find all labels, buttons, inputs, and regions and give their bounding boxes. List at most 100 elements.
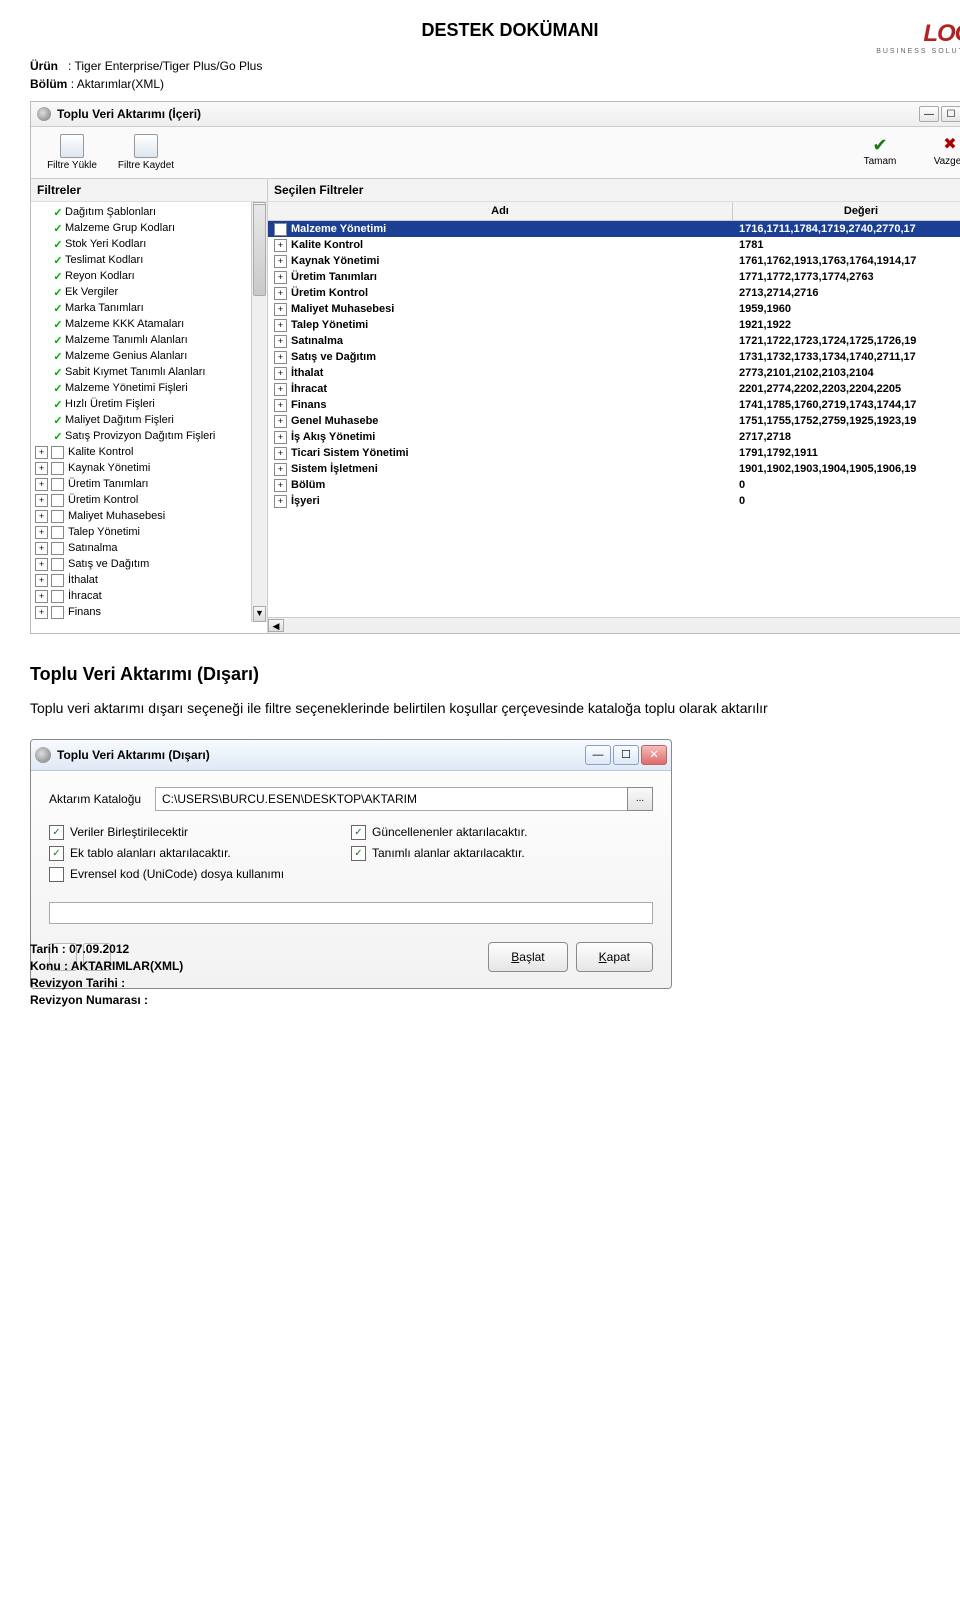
expand-icon[interactable]: + — [274, 239, 287, 252]
grid-row[interactable]: +Genel Muhasebe1751,1755,1752,2759,1925,… — [268, 413, 960, 429]
tree-node[interactable]: +Satış ve Dağıtım — [35, 556, 263, 572]
grid-row[interactable]: +Üretim Tanımları1771,1772,1773,1774,276… — [268, 269, 960, 285]
expand-icon[interactable]: + — [35, 526, 48, 539]
grid-row[interactable]: +Talep Yönetimi1921,1922 — [268, 317, 960, 333]
maximize-button[interactable]: ☐ — [941, 106, 960, 122]
chk-tanimli-alanlar[interactable]: ✓Tanımlı alanlar aktarılacaktır. — [351, 846, 653, 861]
baslat-button[interactable]: Başlat — [488, 942, 567, 972]
chk-veriler-birlestirilecektir[interactable]: ✓Veriler Birleştirilecektir — [49, 825, 351, 840]
grid-row[interactable]: +Bölüm0 — [268, 477, 960, 493]
tree-node[interactable]: ✓Dağıtım Şablonları — [35, 204, 263, 220]
tree-node[interactable]: ✓Malzeme KKK Atamaları — [35, 316, 263, 332]
tree-node[interactable]: ✓Malzeme Genius Alanları — [35, 348, 263, 364]
expand-icon[interactable]: + — [274, 271, 287, 284]
tree-node[interactable]: +Üretim Tanımları — [35, 476, 263, 492]
expand-icon[interactable]: + — [35, 622, 48, 623]
tree-node[interactable]: ✓Malzeme Grup Kodları — [35, 220, 263, 236]
tree-node[interactable]: ✓Malzeme Tanımlı Alanları — [35, 332, 263, 348]
tree-node[interactable]: ✓Teslimat Kodları — [35, 252, 263, 268]
expand-icon[interactable]: + — [35, 590, 48, 603]
chk-guncellenenler[interactable]: ✓Güncellenenler aktarılacaktır. — [351, 825, 653, 840]
grid-row[interactable]: +İthalat2773,2101,2102,2103,2104 — [268, 365, 960, 381]
browse-button[interactable]: ... — [627, 787, 653, 811]
tree-node[interactable]: ✓Maliyet Dağıtım Fişleri — [35, 412, 263, 428]
expand-icon[interactable]: + — [274, 399, 287, 412]
tamam-button[interactable]: ✔ Tamam — [847, 131, 913, 174]
grid-row[interactable]: +Maliyet Muhasebesi1959,1960 — [268, 301, 960, 317]
tree-node[interactable]: +İhracat — [35, 588, 263, 604]
chk-ek-tablo[interactable]: ✓Ek tablo alanları aktarılacaktır. — [49, 846, 351, 861]
tree-node[interactable]: +Genel Muhasebe — [35, 620, 263, 622]
grid-row[interactable]: +Ticari Sistem Yönetimi1791,1792,1911 — [268, 445, 960, 461]
tree-node[interactable]: ✓Sabit Kıymet Tanımlı Alanları — [35, 364, 263, 380]
tree-node[interactable]: +Maliyet Muhasebesi — [35, 508, 263, 524]
expand-icon[interactable]: + — [35, 574, 48, 587]
expand-icon[interactable]: + — [274, 335, 287, 348]
expand-icon[interactable]: + — [274, 351, 287, 364]
grid-row[interactable]: +Kalite Kontrol1781 — [268, 237, 960, 253]
titlebar[interactable]: Toplu Veri Aktarımı (Dışarı) — ☐ ✕ — [31, 740, 671, 771]
titlebar[interactable]: Toplu Veri Aktarımı (İçeri) — ☐ ✕ — [31, 102, 960, 127]
tree-node[interactable]: ✓Satış Provizyon Dağıtım Fişleri — [35, 428, 263, 444]
grid-body[interactable]: +Malzeme Yönetimi1716,1711,1784,1719,274… — [268, 221, 960, 617]
grid-row[interactable]: +İş Akış Yönetimi2717,2718 — [268, 429, 960, 445]
expand-icon[interactable]: + — [274, 463, 287, 476]
grid-row[interactable]: +Finans1741,1785,1760,2719,1743,1744,17 — [268, 397, 960, 413]
tree-node[interactable]: ✓Reyon Kodları — [35, 268, 263, 284]
close-button[interactable]: ✕ — [641, 745, 667, 765]
grid-row[interactable]: +Satınalma1721,1722,1723,1724,1725,1726,… — [268, 333, 960, 349]
tree-node[interactable]: ✓Ek Vergiler — [35, 284, 263, 300]
tree-node[interactable]: ✓Stok Yeri Kodları — [35, 236, 263, 252]
expand-icon[interactable]: + — [274, 447, 287, 460]
tree-node[interactable]: +Talep Yönetimi — [35, 524, 263, 540]
tree-node[interactable]: ✓Hızlı Üretim Fişleri — [35, 396, 263, 412]
expand-icon[interactable]: + — [274, 319, 287, 332]
tree-node[interactable]: +Satınalma — [35, 540, 263, 556]
tree-node[interactable]: ✓Marka Tanımları — [35, 300, 263, 316]
expand-icon[interactable]: + — [35, 478, 48, 491]
grid-hscroll[interactable]: ◀ ▶ — [268, 617, 960, 633]
col-name-header[interactable]: Adı — [268, 202, 733, 220]
scroll-down-icon[interactable]: ▼ — [253, 606, 266, 622]
tree-node[interactable]: +Üretim Kontrol — [35, 492, 263, 508]
minimize-button[interactable]: — — [585, 745, 611, 765]
grid-row[interactable]: +İşyeri0 — [268, 493, 960, 509]
tree-node[interactable]: +Kalite Kontrol — [35, 444, 263, 460]
expand-icon[interactable]: + — [274, 431, 287, 444]
tree-node[interactable]: +Finans — [35, 604, 263, 620]
expand-icon[interactable]: + — [35, 446, 48, 459]
expand-icon[interactable]: + — [274, 383, 287, 396]
expand-icon[interactable]: + — [35, 462, 48, 475]
expand-icon[interactable]: + — [35, 558, 48, 571]
tree-node[interactable]: ✓Malzeme Yönetimi Fişleri — [35, 380, 263, 396]
col-value-header[interactable]: Değeri — [733, 202, 960, 220]
grid-row[interactable]: +Kaynak Yönetimi1761,1762,1913,1763,1764… — [268, 253, 960, 269]
scroll-thumb[interactable] — [253, 204, 266, 296]
expand-icon[interactable]: + — [274, 495, 287, 508]
expand-icon[interactable]: + — [35, 494, 48, 507]
grid-row[interactable]: +Satış ve Dağıtım1731,1732,1733,1734,174… — [268, 349, 960, 365]
expand-icon[interactable]: + — [274, 479, 287, 492]
grid-row[interactable]: +Malzeme Yönetimi1716,1711,1784,1719,274… — [268, 221, 960, 237]
vazgec-button[interactable]: ✖ Vazgeç — [917, 131, 960, 174]
katalog-input[interactable]: C:\USERS\BURCU.ESEN\DESKTOP\AKTARIM — [155, 787, 628, 811]
filtre-kaydet-button[interactable]: Filtre Kaydet — [111, 131, 181, 174]
expand-icon[interactable]: + — [274, 287, 287, 300]
grid-row[interactable]: +İhracat2201,2774,2202,2203,2204,2205 — [268, 381, 960, 397]
expand-icon[interactable]: + — [35, 510, 48, 523]
expand-icon[interactable]: + — [35, 542, 48, 555]
chk-unicode[interactable]: Evrensel kod (UniCode) dosya kullanımı — [49, 867, 351, 882]
kapat-button[interactable]: Kapat — [576, 942, 653, 972]
filter-tree[interactable]: ✓Dağıtım Şablonları✓Malzeme Grup Kodları… — [31, 202, 267, 622]
grid-row[interactable]: +Üretim Kontrol2713,2714,2716 — [268, 285, 960, 301]
filtre-yukle-button[interactable]: Filtre Yükle — [37, 131, 107, 174]
scroll-left-icon[interactable]: ◀ — [268, 619, 284, 632]
grid-row[interactable]: +Sistem İşletmeni1901,1902,1903,1904,190… — [268, 461, 960, 477]
expand-icon[interactable]: + — [274, 367, 287, 380]
expand-icon[interactable]: + — [35, 606, 48, 619]
expand-icon[interactable]: + — [274, 255, 287, 268]
tree-node[interactable]: +İthalat — [35, 572, 263, 588]
tree-node[interactable]: +Kaynak Yönetimi — [35, 460, 263, 476]
expand-icon[interactable]: + — [274, 415, 287, 428]
expand-icon[interactable]: + — [274, 223, 287, 236]
